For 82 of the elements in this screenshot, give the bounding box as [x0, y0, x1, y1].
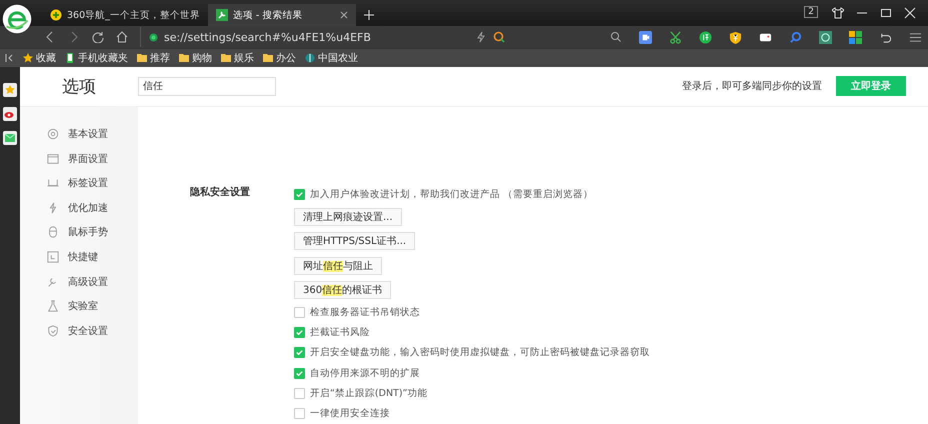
key-icon: [47, 251, 59, 263]
bookmark[interactable]: 办公: [263, 51, 296, 65]
checkbox-label: 拦截证书风险: [310, 326, 370, 340]
flask-icon: [47, 300, 59, 312]
bookmark[interactable]: 中国农业: [305, 51, 358, 65]
folder-icon: [179, 53, 189, 63]
shirt-icon[interactable]: [832, 7, 844, 19]
lightning-icon[interactable]: [475, 31, 488, 43]
nav-item[interactable]: 界面设置: [47, 146, 138, 171]
settings-button[interactable]: 网址信任与阻止: [294, 256, 382, 275]
new-tab-icon[interactable]: [364, 10, 374, 20]
phone-icon: [65, 53, 75, 63]
folder-icon: [137, 53, 147, 63]
shield-icon: [47, 324, 59, 337]
tab-icon: [47, 177, 59, 190]
url-text: se://settings/search#%u4FE1%u4EFB: [164, 30, 371, 44]
window-icon: [47, 152, 59, 165]
scissors-icon[interactable]: [669, 30, 682, 44]
checkbox[interactable]: [294, 388, 305, 400]
settings-button[interactable]: 清理上网痕迹设置...: [294, 208, 402, 226]
checkbox-label: 开启安全键盘功能，输入密码时使用虚拟键盘，可防止密码被键盘记录器窃取: [310, 346, 650, 360]
nav-item[interactable]: 实验室: [47, 294, 138, 318]
bookmark[interactable]: 娱乐: [221, 51, 254, 65]
wrench-icon: [216, 9, 228, 21]
circle-icon[interactable]: [699, 30, 712, 44]
maximize-icon[interactable]: [880, 7, 892, 19]
wrench-icon: [47, 276, 59, 288]
nav-item[interactable]: 基本设置: [47, 122, 138, 146]
checkbox-label: 检查服务器证书吊销状态: [310, 306, 420, 319]
checkbox[interactable]: [294, 327, 305, 338]
home-icon[interactable]: [116, 31, 128, 43]
checkbox-label: 自动停用来源不明的扩展: [310, 366, 420, 380]
bolt-icon: [47, 202, 59, 214]
star-icon: [23, 53, 33, 63]
checkbox-label: 加入用户体验改进计划，帮助我们改进产品 （需要重启浏览器）: [310, 188, 594, 202]
grid-icon[interactable]: [849, 30, 862, 44]
checkbox-label: 一律使用安全连接: [310, 407, 390, 420]
tab-title: 选项 - 搜索结果: [232, 8, 304, 22]
settings-button[interactable]: 360信任的根证书: [294, 281, 392, 300]
mouse-icon: [47, 226, 59, 238]
nav-item[interactable]: 快捷键: [47, 244, 138, 270]
checkbox[interactable]: [294, 347, 305, 358]
checkbox[interactable]: [294, 408, 305, 420]
globe-icon: [305, 53, 315, 63]
reload-icon[interactable]: [92, 31, 104, 43]
section-title: 隐私安全设置: [190, 185, 251, 200]
nav-item[interactable]: 优化加速: [47, 196, 138, 220]
search-icon[interactable]: [610, 31, 622, 43]
video-icon[interactable]: [639, 30, 652, 44]
menu-icon[interactable]: [909, 30, 922, 44]
search-field[interactable]: 信任: [138, 76, 276, 96]
checkbox[interactable]: [294, 189, 305, 200]
nav-item[interactable]: 安全设置: [47, 318, 138, 344]
bookmark[interactable]: 购物: [179, 51, 212, 65]
collapse-icon[interactable]: [4, 53, 14, 63]
checkbox[interactable]: [294, 368, 305, 379]
checkbox[interactable]: [294, 306, 305, 318]
nav-item[interactable]: 高级设置: [47, 269, 138, 294]
search-icon[interactable]: [789, 30, 802, 44]
folder-icon: [221, 53, 231, 63]
coin-icon: [50, 9, 62, 21]
shield-icon[interactable]: [729, 30, 742, 44]
gear-icon: [47, 128, 59, 140]
tab-title: 360导航_一个主页，整个世界: [67, 8, 200, 22]
settings-button[interactable]: 管理HTTPS/SSL证书...: [294, 232, 416, 250]
nav-item[interactable]: 标签设置: [47, 170, 138, 196]
login-hint: 登录后，即可多端同步你的设置: [682, 80, 822, 94]
bookmark[interactable]: 收藏: [23, 51, 56, 65]
browser-tab[interactable]: 360导航_一个主页，整个世界: [42, 4, 208, 26]
eye-icon[interactable]: [3, 107, 17, 121]
checkbox-label: 开启“禁止跟踪(DNT)”功能: [310, 387, 428, 400]
search-engine-icon[interactable]: [493, 31, 506, 43]
tab-count[interactable]: 2: [804, 6, 818, 18]
secure-dot-icon: [149, 32, 158, 42]
star-icon[interactable]: [3, 83, 17, 97]
folder-icon: [263, 53, 273, 63]
nav-item[interactable]: 鼠标手势: [47, 220, 138, 245]
flower-icon[interactable]: [819, 30, 832, 44]
page-title: 选项: [61, 76, 97, 98]
browser-tab[interactable]: 选项 - 搜索结果: [208, 4, 356, 26]
bookmark[interactable]: 手机收藏夹: [65, 51, 128, 65]
bookmark[interactable]: 推荐: [137, 51, 170, 65]
